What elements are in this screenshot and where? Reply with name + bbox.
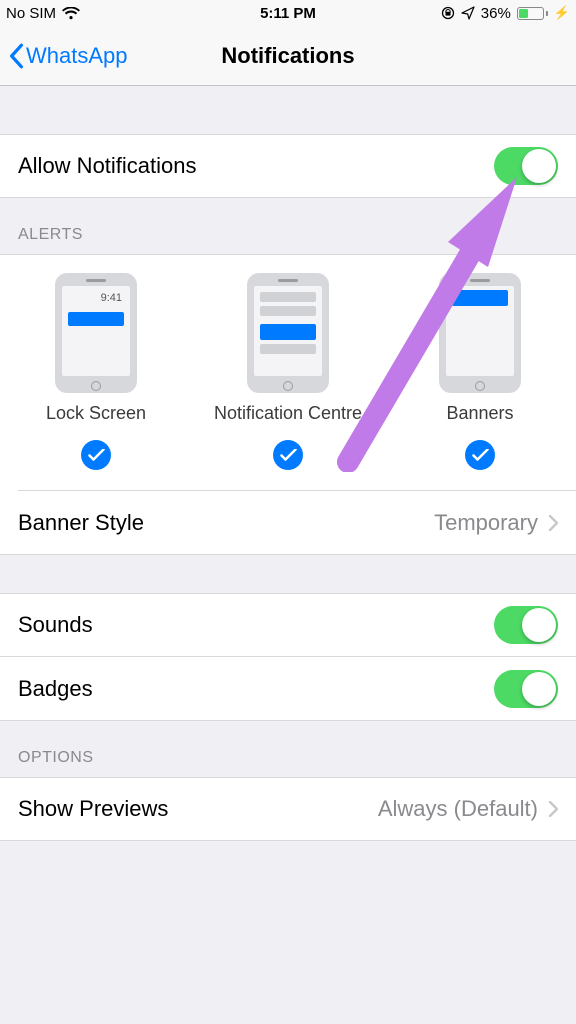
check-icon [465,440,495,470]
alert-option-banners[interactable]: Banners [395,273,565,470]
back-label: WhatsApp [26,43,128,69]
allow-notifications-toggle[interactable] [494,147,558,185]
wifi-icon [62,7,80,20]
badges-toggle[interactable] [494,670,558,708]
sounds-label: Sounds [18,612,93,638]
lock-screen-phone-icon: 9:41 [55,273,137,393]
banner-style-label: Banner Style [18,510,144,536]
allow-notifications-row[interactable]: Allow Notifications [0,134,576,198]
sounds-row[interactable]: Sounds [0,593,576,657]
check-icon [273,440,303,470]
show-previews-value: Always (Default) [378,796,538,822]
section-header-alerts: ALERTS [0,198,576,254]
charging-icon: ⚡ [554,5,570,21]
rotation-lock-icon [441,6,455,20]
alert-option-lock-screen[interactable]: 9:41 Lock Screen [11,273,181,470]
show-previews-row[interactable]: Show Previews Always (Default) [0,777,576,841]
back-button[interactable]: WhatsApp [0,43,128,69]
sounds-toggle[interactable] [494,606,558,644]
badges-row[interactable]: Badges [0,657,576,721]
badges-label: Badges [18,676,93,702]
section-header-options: OPTIONS [0,721,576,777]
page-title: Notifications [221,43,354,69]
status-bar: No SIM 5:11 PM 36% ⚡ [0,0,576,26]
alerts-block: 9:41 Lock Screen Not [0,254,576,555]
battery-pct: 36% [481,5,511,22]
clock: 5:11 PM [260,5,316,22]
banner-style-value: Temporary [434,510,538,536]
alert-option-notification-centre[interactable]: Notification Centre [203,273,373,470]
location-icon [461,6,475,20]
check-icon [81,440,111,470]
allow-notifications-label: Allow Notifications [18,153,197,179]
battery-icon [517,7,548,20]
notification-centre-phone-icon [247,273,329,393]
show-previews-label: Show Previews [18,796,168,822]
banner-style-row[interactable]: Banner Style Temporary [0,491,576,555]
carrier-text: No SIM [6,5,56,22]
chevron-right-icon [548,801,558,817]
chevron-right-icon [548,515,558,531]
banners-phone-icon [439,273,521,393]
nav-bar: WhatsApp Notifications [0,26,576,86]
